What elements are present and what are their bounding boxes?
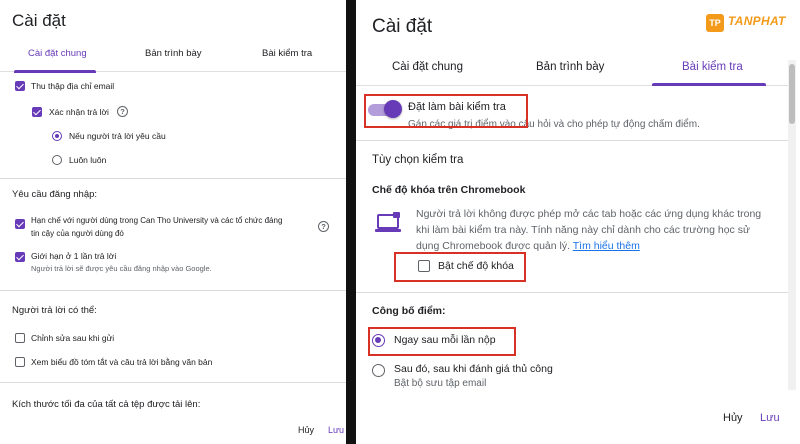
- collect-email-label: Thu thập địa chỉ email: [31, 81, 115, 91]
- tab-bar: Cài đặt chung Bản trình bày Bài kiểm tra: [356, 52, 788, 86]
- option-always-radio[interactable]: [52, 155, 62, 165]
- logo-name: TANPHAT: [728, 14, 786, 28]
- tab-general[interactable]: Cài đặt chung: [392, 61, 463, 73]
- active-tab-indicator: [652, 83, 766, 86]
- tab-presentation[interactable]: Bản trình bày: [145, 48, 202, 59]
- tab-bar: Cài đặt chung Bản trình bày Bài kiểm tra: [0, 40, 346, 73]
- dialog-title: Cài đặt: [12, 11, 66, 30]
- option-always-label: Luôn luôn: [69, 155, 107, 165]
- save-button[interactable]: Lưu: [760, 412, 780, 424]
- divider: [0, 290, 346, 291]
- logo-mark: TP: [706, 14, 724, 32]
- tab-quiz[interactable]: Bài kiểm tra: [262, 48, 312, 59]
- lock-mode-description-line2: khi làm bài kiểm tra này. Tính năng này …: [416, 224, 750, 236]
- chromebook-lock-icon: [375, 212, 401, 232]
- lock-mode-description-text: dụng Chromebook được quản lý.: [416, 240, 571, 252]
- divider: [0, 178, 346, 179]
- limit-one-response-label: Giới hạn ở 1 lần trả lời: [31, 251, 117, 261]
- confirm-response-checkbox[interactable]: [32, 107, 42, 117]
- edit-after-submit-label: Chỉnh sửa sau khi gửi: [31, 333, 115, 343]
- highlight-box: [394, 252, 526, 282]
- restrict-users-label-line2: tin cậy của người dùng đó: [31, 229, 124, 238]
- cancel-button[interactable]: Hủy: [723, 412, 743, 424]
- option-if-requested-radio[interactable]: [52, 131, 62, 141]
- max-file-size-label: Kích thước tối đa của tất cả tệp được tả…: [12, 399, 201, 410]
- dialog-title: Cài đặt: [372, 16, 433, 37]
- collect-email-checkbox[interactable]: [15, 81, 25, 91]
- quiz-options-heading: Tùy chọn kiểm tra: [372, 154, 464, 166]
- restrict-users-label-line1: Hạn chế với người dùng trong Can Tho Uni…: [31, 216, 283, 225]
- cancel-button[interactable]: Hủy: [298, 425, 314, 435]
- limit-one-response-checkbox[interactable]: [15, 252, 25, 262]
- lock-mode-description-line1: Người trả lời không được phép mở các tab…: [416, 208, 762, 220]
- login-required-heading: Yêu cầu đăng nhập:: [12, 189, 98, 200]
- highlight-box: [368, 327, 516, 356]
- release-later-sublabel: Bật bộ sưu tập email: [394, 378, 487, 389]
- lock-mode-heading: Chế độ khóa trên Chromebook: [372, 184, 526, 196]
- settings-dialog-general: Cài đặt Cài đặt chung Bản trình bày Bài …: [0, 0, 346, 444]
- screenshot-root: Cài đặt Cài đặt chung Bản trình bày Bài …: [0, 0, 800, 444]
- confirm-response-label: Xác nhận trả lời: [49, 107, 109, 117]
- edit-after-submit-checkbox[interactable]: [15, 333, 25, 343]
- save-button[interactable]: Lưu: [328, 425, 344, 435]
- active-tab-indicator: [14, 70, 96, 73]
- release-grade-heading: Công bố điểm:: [372, 305, 446, 317]
- option-if-requested-label: Nếu người trả lời yêu cầu: [69, 131, 166, 141]
- restrict-users-checkbox[interactable]: [15, 219, 25, 229]
- tab-general[interactable]: Cài đặt chung: [28, 48, 87, 59]
- settings-dialog-quiz: Cài đặt TP TANPHAT Cài đặt chung Bản trì…: [356, 0, 800, 444]
- divider: [0, 382, 346, 383]
- scrollbar-thumb[interactable]: [789, 64, 795, 124]
- help-icon[interactable]: ?: [117, 106, 128, 117]
- release-later-label: Sau đó, sau khi đánh giá thủ công: [394, 363, 553, 375]
- respondents-can-heading: Người trả lời có thể:: [12, 305, 97, 316]
- limit-one-response-sublabel: Người trả lời sẽ được yêu cầu đăng nhập …: [31, 264, 212, 273]
- tanphat-logo: TP TANPHAT: [706, 12, 788, 36]
- help-icon[interactable]: ?: [318, 221, 329, 232]
- tab-quiz[interactable]: Bài kiểm tra: [682, 61, 743, 73]
- highlight-box: [364, 94, 528, 128]
- divider: [356, 292, 788, 293]
- divider: [356, 140, 788, 141]
- release-later-radio[interactable]: [372, 364, 385, 377]
- learn-more-link[interactable]: Tìm hiểu thêm: [573, 240, 640, 252]
- view-summary-label: Xem biểu đồ tóm tắt và câu trả lời bằng …: [31, 357, 213, 367]
- panel-divider: [346, 0, 356, 444]
- view-summary-checkbox[interactable]: [15, 357, 25, 367]
- tab-presentation[interactable]: Bản trình bày: [536, 61, 604, 73]
